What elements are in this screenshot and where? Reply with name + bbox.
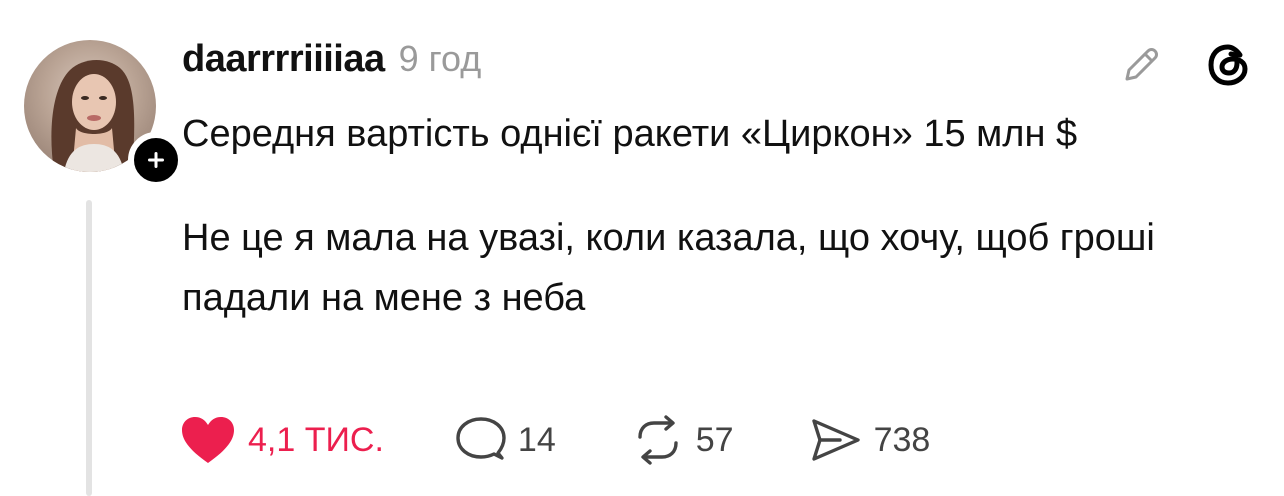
post-header: daarrrriiiiaa 9 год — [182, 38, 481, 84]
post-body: Середня вартість однієї ракети «Циркон» … — [182, 104, 1252, 328]
timestamp: 9 год — [398, 38, 482, 79]
share-count: 738 — [873, 420, 931, 459]
follow-button[interactable] — [128, 132, 184, 188]
speech-bubble-icon — [456, 417, 506, 460]
like-count: 4,1 ТИС. — [248, 420, 384, 459]
thread-line — [86, 200, 92, 496]
post-paragraph: Не це я мала на увазі, коли казала, що х… — [182, 217, 1155, 319]
top-icons — [1118, 40, 1254, 95]
pencil-icon[interactable] — [1118, 42, 1164, 93]
send-icon — [811, 419, 860, 461]
repost-count: 57 — [695, 420, 734, 459]
threads-logo-icon[interactable] — [1204, 40, 1254, 95]
avatar-container — [24, 40, 184, 188]
like-button[interactable]: 4,1 ТИС. — [180, 415, 384, 465]
share-button[interactable]: 738 — [810, 415, 931, 465]
post-paragraph: Середня вартість однієї ракети «Циркон» … — [182, 113, 1078, 155]
username[interactable]: daarrrriiiiaa — [182, 38, 385, 81]
action-bar: 4,1 ТИС. 14 57 738 — [180, 410, 930, 470]
reply-count: 14 — [517, 420, 556, 459]
repost-arrows-icon — [638, 415, 678, 465]
heart-filled-icon — [182, 417, 234, 463]
plus-icon — [148, 152, 164, 168]
repost-button[interactable]: 57 — [632, 415, 734, 465]
reply-button[interactable]: 14 — [456, 415, 556, 465]
